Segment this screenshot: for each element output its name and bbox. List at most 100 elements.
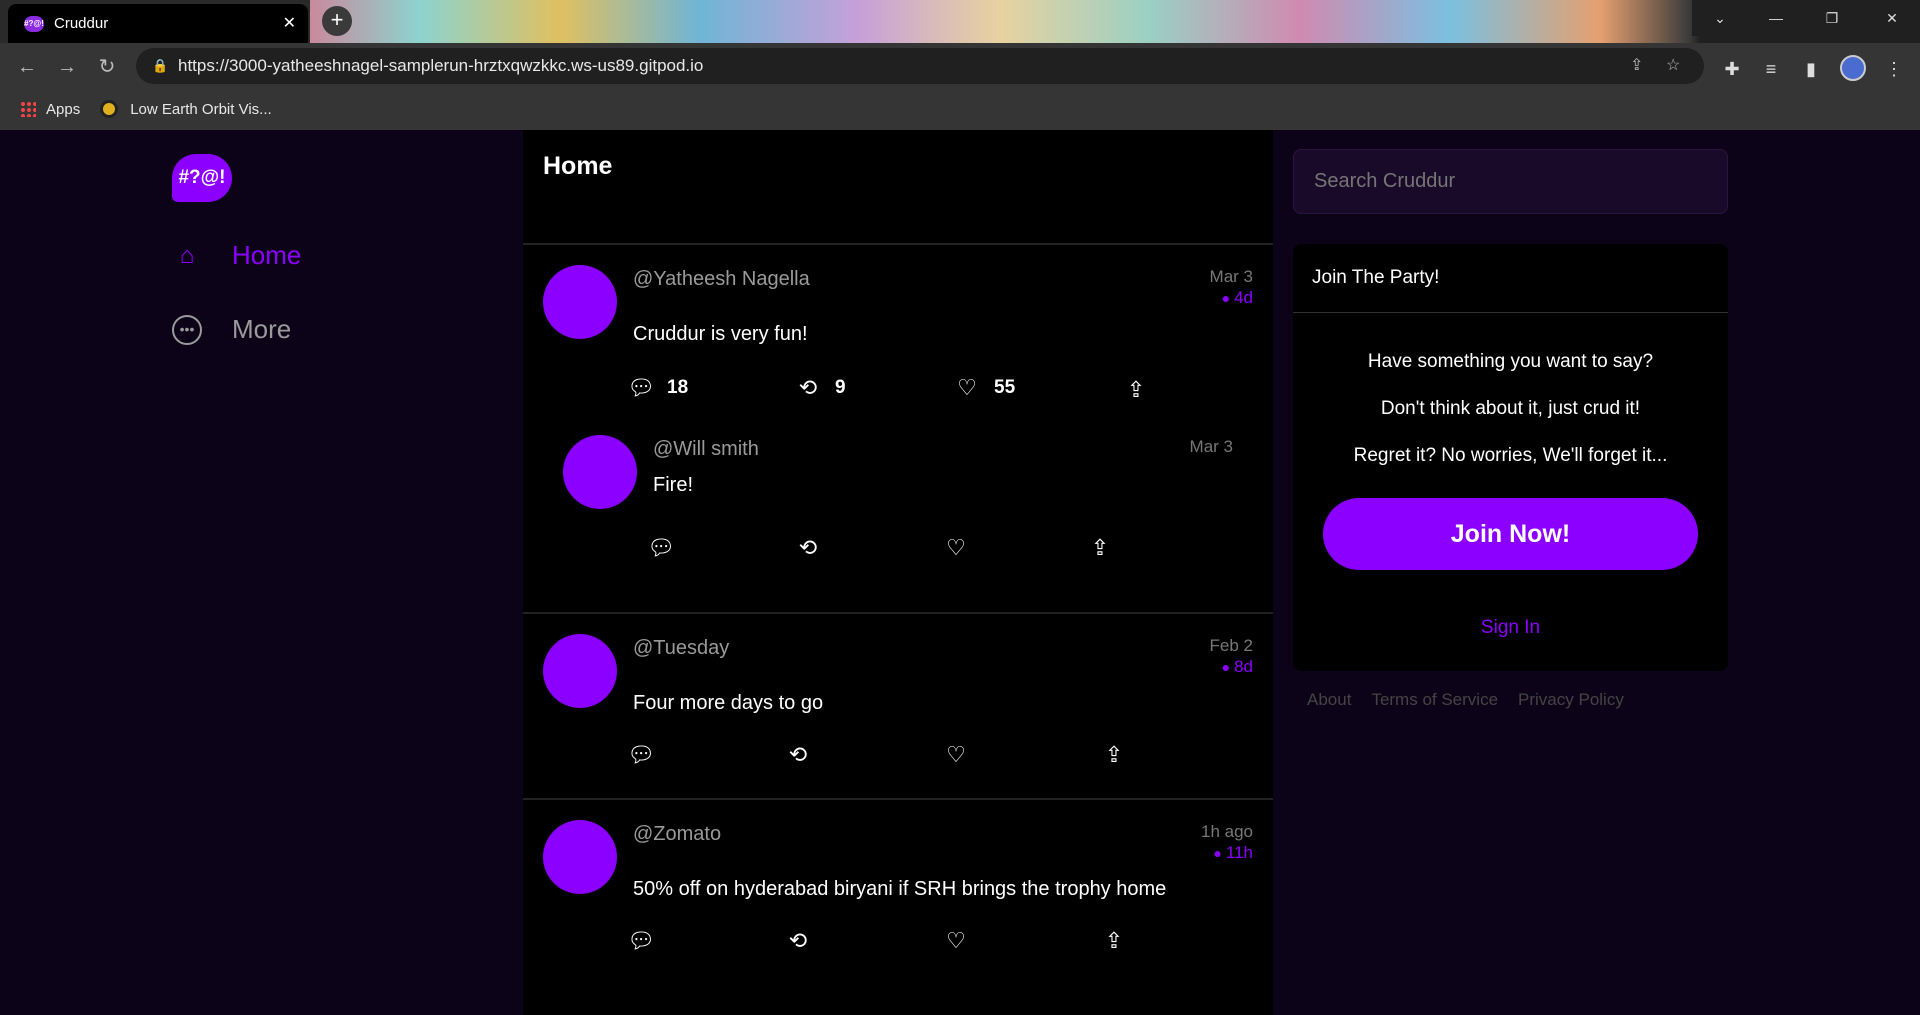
reply-count: 18	[667, 377, 689, 398]
feed: Home @Yatheesh Nagella Mar 3 ● 4d Cruddur…	[523, 130, 1273, 1015]
bookmark-leo[interactable]: Low Earth Orbit Vis...	[100, 100, 272, 118]
browser-titlebar: #?@! Cruddur ✕ + ⌄ — ❐ ✕	[0, 0, 1920, 43]
share-icon: ⇪	[1104, 742, 1124, 767]
leo-icon	[100, 100, 119, 118]
reply-button[interactable]: 💬︎	[627, 742, 667, 768]
nav-label: Home	[232, 240, 302, 270]
footer-links: About Terms of Service Privacy Policy	[1307, 690, 1644, 710]
avatar[interactable]	[543, 634, 617, 708]
heart-icon: ♡	[946, 742, 966, 767]
join-now-button[interactable]: Join Now!	[1323, 498, 1698, 570]
reply-button[interactable]: 💬︎	[627, 928, 667, 954]
reply-icon: 💬︎	[627, 375, 655, 400]
media-icon[interactable]: ≡	[1757, 55, 1785, 83]
sign-in-link[interactable]: Sign In	[1293, 617, 1728, 639]
share-button[interactable]: ⇪	[1087, 535, 1127, 561]
page-title: Home	[543, 152, 613, 180]
cruddur-logo[interactable]: #?@!	[172, 154, 232, 202]
heart-icon: ♡	[946, 928, 966, 953]
lock-icon: 🔒	[152, 58, 169, 73]
close-tab-icon[interactable]: ✕	[283, 13, 296, 33]
nav-item-home[interactable]: ⌂ Home	[172, 240, 302, 271]
reply-icon: 💬︎	[647, 535, 675, 560]
share-button[interactable]: ⇪	[1101, 742, 1141, 768]
profile-avatar[interactable]	[1840, 55, 1866, 81]
join-party-box: Join The Party! Have something you want …	[1293, 244, 1728, 671]
more-icon: •••	[172, 314, 202, 345]
post-handle[interactable]: @Zomato	[633, 823, 721, 846]
repost-button[interactable]: ⟲	[785, 742, 825, 768]
url-text: https://3000-yatheeshnagel-samplerun-hrz…	[178, 56, 704, 75]
post-handle[interactable]: @Tuesday	[633, 637, 729, 660]
repost-count: 9	[835, 377, 846, 398]
post[interactable]: @Tuesday Feb 2 ● 8d Four more days to go …	[523, 616, 1273, 800]
new-tab-button[interactable]: +	[322, 6, 352, 36]
tab-search-icon[interactable]: ⌄	[1692, 0, 1748, 36]
browser-tab[interactable]: #?@! Cruddur ✕	[8, 4, 308, 43]
expiry-text: 8d	[1234, 657, 1253, 676]
join-line: Don't think about it, just crud it!	[1380, 398, 1641, 419]
divider	[1293, 312, 1728, 313]
repost-button[interactable]: ⟲ 9	[795, 375, 846, 401]
minimize-icon[interactable]: —	[1748, 0, 1804, 36]
bomb-icon: ●	[1221, 290, 1231, 306]
post[interactable]: @Zomato 1h ago ● 11h 50% off on hyderabad…	[523, 802, 1273, 1015]
post-handle[interactable]: @Yatheesh Nagella	[633, 268, 810, 291]
join-line: Regret it? No worries, We'll forget it..…	[1353, 445, 1668, 466]
reply-button[interactable]: 💬︎ 18	[627, 375, 688, 401]
reply-icon: 💬︎	[627, 928, 655, 953]
repost-icon: ⟲	[798, 535, 818, 560]
like-button[interactable]: ♡ 55	[954, 375, 1015, 401]
footer-link-terms[interactable]: Terms of Service	[1371, 690, 1498, 710]
expiry-text: 11h	[1225, 843, 1253, 862]
bomb-icon: ●	[1213, 845, 1222, 861]
address-bar[interactable]: 🔒 https://3000-yatheeshnagel-samplerun-h…	[136, 48, 1704, 84]
cruddur-favicon-icon: #?@!	[24, 15, 44, 32]
repost-button[interactable]: ⟲	[795, 535, 835, 561]
share-icon: ⇪	[1090, 535, 1110, 560]
post-expiry: ● 11h	[1213, 843, 1253, 863]
footer-link-privacy[interactable]: Privacy Policy	[1518, 690, 1624, 710]
bookmark-apps[interactable]: Apps	[20, 101, 80, 118]
bookmark-star-icon[interactable]: ☆	[1666, 48, 1680, 84]
share-button[interactable]: ⇪	[1123, 377, 1163, 403]
like-button[interactable]: ♡	[943, 928, 983, 954]
extensions-icon[interactable]: ✚	[1718, 55, 1746, 83]
post-text: Fire!	[653, 474, 693, 496]
reply-button[interactable]: 💬︎	[647, 535, 687, 561]
heart-icon: ♡	[946, 535, 966, 560]
post-handle[interactable]: @Will smith	[653, 438, 759, 461]
like-button[interactable]: ♡	[943, 742, 983, 768]
menu-kebab-icon[interactable]: ⋮	[1880, 55, 1908, 83]
share-button[interactable]: ⇪	[1101, 928, 1141, 954]
heart-icon: ♡	[957, 375, 977, 400]
repost-icon: ⟲	[788, 742, 808, 767]
reload-icon[interactable]: ↻	[92, 52, 122, 82]
forward-icon[interactable]: →	[52, 52, 82, 82]
nav-label: More	[232, 314, 292, 344]
back-icon[interactable]: ←	[12, 52, 42, 82]
repost-icon: ⟲	[788, 928, 808, 953]
avatar[interactable]	[543, 820, 617, 894]
share-icon[interactable]: ⇪	[1630, 48, 1643, 84]
browser-toolbar: ← → ↻ 🔒 https://3000-yatheeshnagel-sampl…	[0, 43, 1920, 130]
search-input[interactable]	[1293, 149, 1728, 214]
side-panel-icon[interactable]: ▮	[1797, 55, 1825, 83]
post[interactable]: @Yatheesh Nagella Mar 3 ● 4d Cruddur is v…	[523, 247, 1273, 614]
footer-link-about[interactable]: About	[1307, 690, 1351, 710]
home-icon: ⌂	[179, 241, 195, 269]
repost-button[interactable]: ⟲	[785, 928, 825, 954]
post-date: Mar 3	[1189, 437, 1233, 456]
nav-item-more[interactable]: ••• More	[172, 314, 291, 345]
window-close-icon[interactable]: ✕	[1864, 0, 1920, 36]
like-button[interactable]: ♡	[943, 535, 983, 561]
avatar[interactable]	[563, 435, 637, 509]
repost-icon: ⟲	[798, 375, 818, 400]
post-date: 1h ago	[1201, 822, 1253, 841]
bomb-icon: ●	[1221, 659, 1231, 675]
post-text: Cruddur is very fun!	[633, 323, 808, 345]
avatar[interactable]	[543, 265, 617, 339]
post-expiry: ● 8d	[1222, 657, 1253, 677]
share-icon: ⇪	[1126, 377, 1146, 402]
restore-icon[interactable]: ❐	[1804, 0, 1860, 36]
